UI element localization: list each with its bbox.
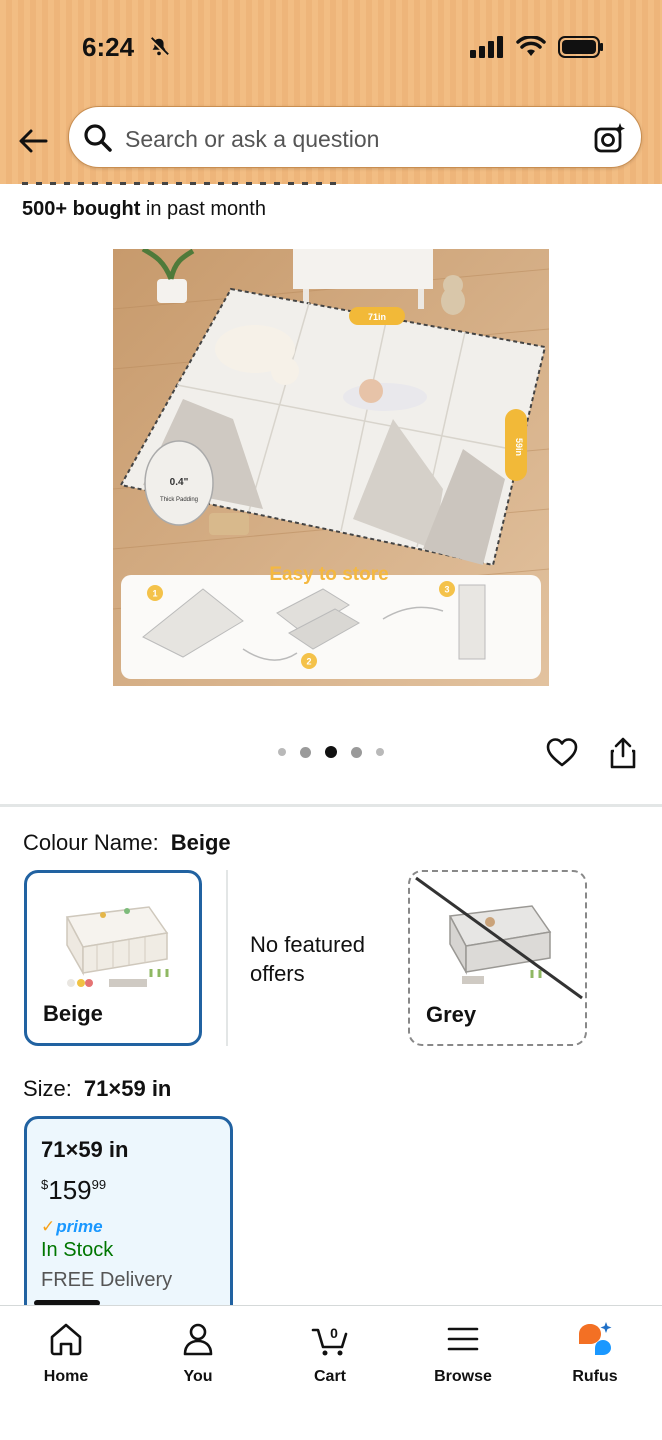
heart-icon[interactable] — [545, 736, 579, 770]
carousel-dot[interactable] — [278, 748, 286, 756]
image-step-1: 1 — [152, 589, 157, 599]
cart-icon: 0 — [311, 1325, 348, 1356]
nav-browse-label: Browse — [434, 1368, 492, 1385]
bought-rest: in past month — [140, 198, 266, 220]
colour-option-beige-label: Beige — [43, 1001, 103, 1026]
prime-check-icon: ✓ — [41, 1217, 56, 1236]
size-option-card[interactable]: 71×59 in $15999 ✓prime In Stock FREE Del… — [24, 1116, 233, 1326]
price-whole: 159 — [48, 1175, 92, 1205]
image-dim-top: 71in — [368, 312, 386, 322]
nav-you[interactable]: You — [143, 1320, 253, 1386]
beige-playpen-thumbnail — [65, 906, 169, 987]
rufus-icon — [579, 1322, 612, 1355]
status-icons — [470, 36, 604, 58]
image-step-2: 2 — [306, 657, 311, 667]
product-image[interactable]: 71in 59in 0.4" Thick Padding Easy to sto… — [113, 249, 549, 686]
bought-count: 500+ bought in past month — [22, 198, 266, 221]
camera-lens-icon[interactable] — [593, 121, 627, 155]
home-icon — [50, 1323, 82, 1356]
nav-cart[interactable]: 0 Cart — [275, 1320, 385, 1386]
prime-label: prime — [56, 1217, 103, 1236]
colour-option-grey-label: Grey — [426, 1002, 477, 1027]
person-icon — [183, 1323, 213, 1356]
battery-icon — [558, 36, 603, 58]
scrolled-text-fragment — [22, 176, 362, 186]
nav-cart-label: Cart — [313, 1368, 346, 1385]
bought-bold: 500+ bought — [22, 198, 141, 220]
carousel-dot[interactable] — [376, 748, 384, 756]
size-option-name: 71×59 in — [41, 1137, 129, 1162]
price-fraction: 99 — [91, 1177, 107, 1192]
swatch-divider — [226, 870, 228, 1046]
bottom-nav: Home You 0 Cart Browse Rufus — [0, 1305, 662, 1440]
size-option-price: $15999 — [41, 1175, 106, 1206]
delivery-info: FREE Delivery — [41, 1269, 173, 1291]
signal-icon — [470, 36, 503, 58]
colour-option-beige[interactable]: Beige — [24, 870, 202, 1046]
status-time: 6:24 — [82, 32, 135, 62]
carousel-dot[interactable] — [351, 746, 362, 758]
size-value: 71×59 in — [83, 1076, 172, 1101]
carousel-dot[interactable] — [300, 746, 311, 758]
price-currency: $ — [41, 1177, 49, 1192]
nav-browse[interactable]: Browse — [408, 1320, 518, 1386]
nav-rufus[interactable]: Rufus — [540, 1320, 650, 1386]
search-icon — [84, 124, 112, 152]
share-icon[interactable] — [606, 736, 640, 770]
image-carousel-dots[interactable] — [278, 746, 384, 758]
menu-icon — [447, 1327, 479, 1351]
play-mat-illustration: 71in 59in 0.4" Thick Padding Easy to sto… — [113, 249, 549, 686]
image-padding-value: 0.4" — [170, 477, 189, 488]
nav-home-label: Home — [43, 1368, 89, 1385]
nav-rufus-label: Rufus — [572, 1368, 618, 1385]
colour-label-text: Colour Name: — [23, 830, 159, 855]
search-bar[interactable]: Search or ask a question — [68, 106, 642, 168]
section-divider — [0, 804, 662, 807]
image-step-3: 3 — [444, 585, 449, 595]
carousel-dot-active[interactable] — [325, 746, 337, 758]
colour-option-grey[interactable]: Grey — [408, 870, 587, 1046]
back-arrow-icon[interactable] — [16, 124, 50, 158]
colour-label: Colour Name: Beige — [23, 830, 231, 856]
image-overlay-text: Easy to store — [269, 564, 388, 585]
image-padding-text: Thick Padding — [160, 497, 198, 503]
image-dim-side: 59in — [514, 438, 524, 456]
wifi-icon — [516, 36, 546, 56]
colour-value: Beige — [170, 830, 231, 855]
size-label-text: Size: — [23, 1076, 72, 1101]
nav-home[interactable]: Home — [11, 1320, 121, 1386]
size-label: Size: 71×59 in — [23, 1076, 171, 1102]
search-input[interactable]: Search or ask a question — [125, 126, 379, 153]
prime-badge: ✓prime — [41, 1217, 103, 1237]
stock-status: In Stock — [41, 1239, 114, 1261]
header: 6:24 Search or ask a question — [0, 0, 662, 184]
bell-muted-icon — [149, 37, 169, 57]
no-featured-offers: No featured offers — [250, 932, 365, 986]
nav-you-label: You — [183, 1368, 213, 1385]
cart-count: 0 — [330, 1325, 338, 1341]
